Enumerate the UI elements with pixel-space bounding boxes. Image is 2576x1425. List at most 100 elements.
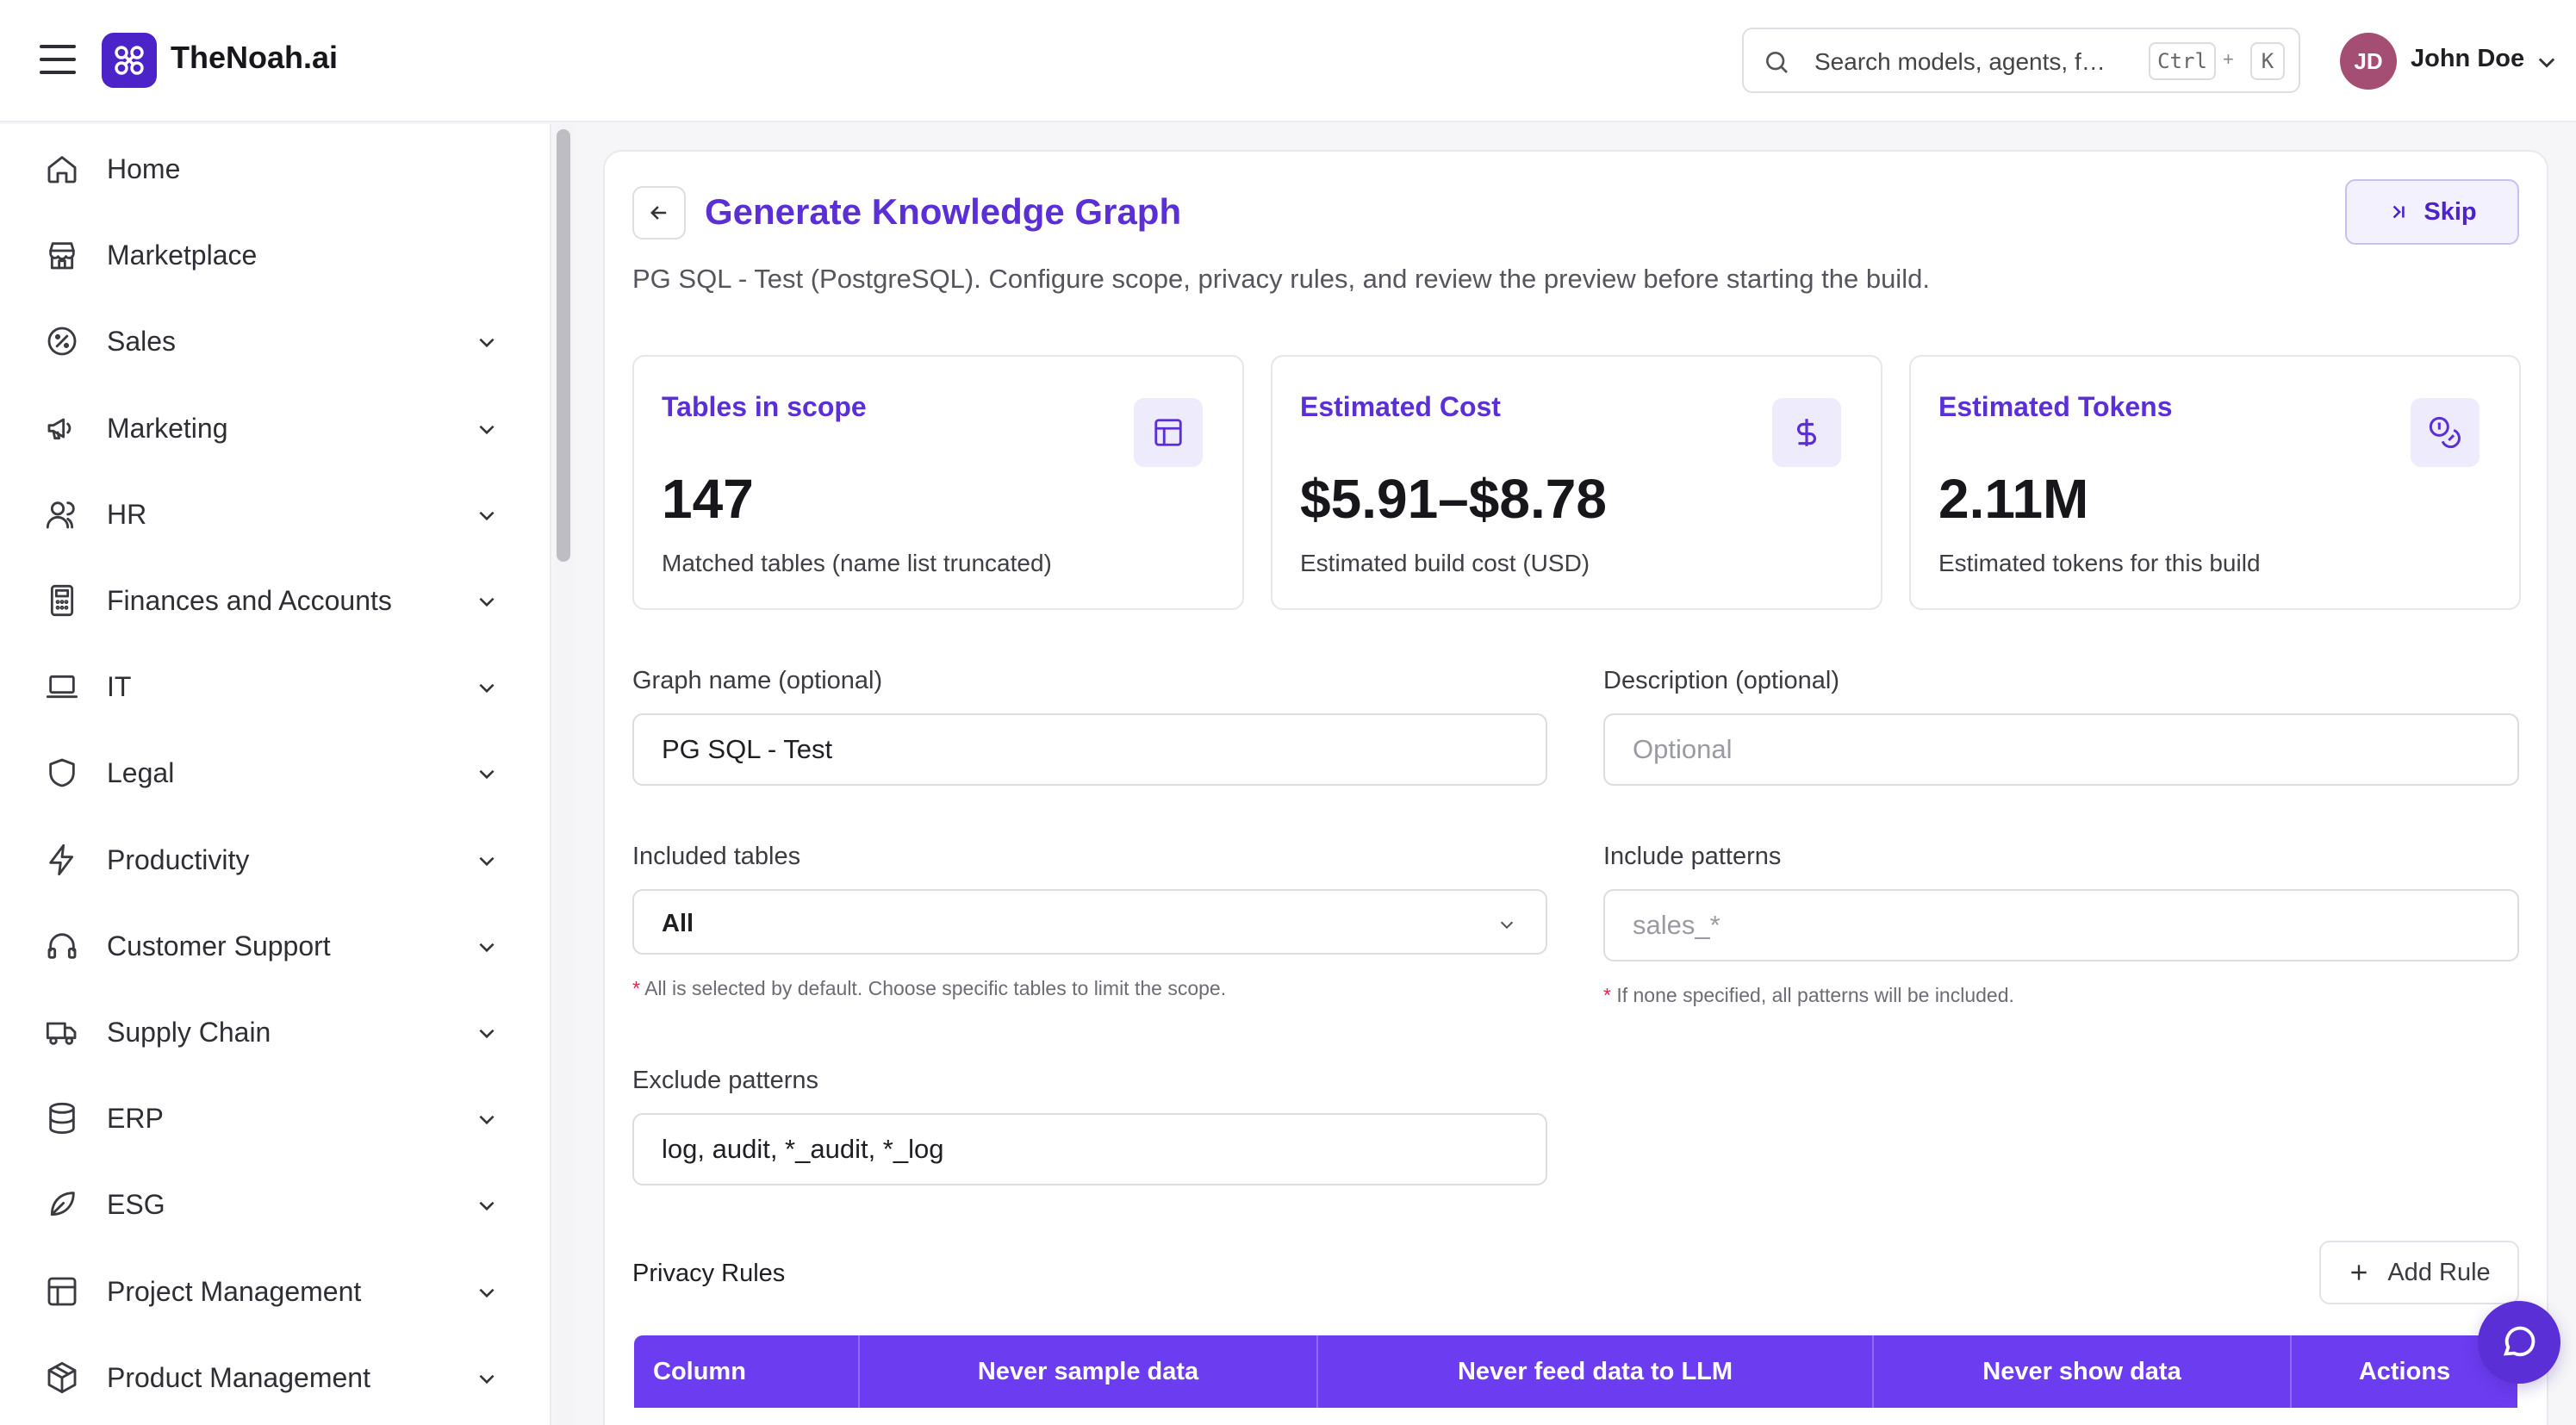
sidebar-item-label: Project Management bbox=[107, 1275, 362, 1307]
stat-card-cost: Estimated Cost $5.91–$8.78 Estimated bui… bbox=[1271, 355, 1882, 610]
chevron-down-icon[interactable] bbox=[476, 936, 498, 958]
sidebar-item-label: HR bbox=[107, 498, 147, 530]
users-icon bbox=[43, 497, 81, 532]
sidebar-scroll-thumb[interactable] bbox=[557, 129, 570, 562]
chevron-down-icon[interactable] bbox=[476, 762, 498, 785]
stat-value: 147 bbox=[662, 468, 754, 530]
calculator-icon bbox=[43, 583, 81, 618]
chevron-down-icon bbox=[1500, 921, 1514, 930]
shortcut-plus: + bbox=[2223, 48, 2234, 70]
include-patterns-field[interactable] bbox=[1603, 889, 2519, 961]
stat-title: Estimated Tokens bbox=[1938, 391, 2173, 422]
chat-button[interactable] bbox=[2478, 1301, 2560, 1384]
avatar[interactable]: JD bbox=[2340, 33, 2397, 90]
headset-icon bbox=[43, 929, 81, 963]
column-header-never-sample[interactable]: Never sample data bbox=[860, 1335, 1318, 1408]
megaphone-icon bbox=[43, 411, 81, 445]
graph-name-label: Graph name (optional) bbox=[632, 667, 883, 694]
sidebar-item-label: Supply Chain bbox=[107, 1017, 271, 1048]
stat-value: $5.91–$8.78 bbox=[1300, 468, 1607, 530]
graph-name-field[interactable] bbox=[632, 713, 1547, 786]
sidebar-item-productivity[interactable]: Productivity bbox=[0, 825, 526, 894]
search-box[interactable]: Search models, agents, f… Ctrl + K bbox=[1742, 28, 2300, 93]
chevron-down-icon[interactable] bbox=[476, 676, 498, 699]
arrow-left-icon bbox=[650, 206, 667, 220]
sidebar-item-product-management[interactable]: Product Management bbox=[0, 1343, 526, 1412]
home-icon bbox=[43, 152, 81, 186]
user-name[interactable]: John Doe bbox=[2411, 45, 2524, 73]
sidebar-item-label: Productivity bbox=[107, 843, 250, 875]
table-icon bbox=[1134, 398, 1203, 467]
layout-icon bbox=[43, 1274, 81, 1309]
search-icon bbox=[1766, 52, 1788, 73]
chevron-down-icon[interactable] bbox=[476, 1194, 498, 1217]
exclude-patterns-field[interactable] bbox=[632, 1113, 1547, 1185]
back-button[interactable] bbox=[632, 186, 686, 240]
sidebar-item-label: ESG bbox=[107, 1189, 165, 1221]
sidebar-item-hr[interactable]: HR bbox=[0, 480, 526, 549]
sidebar-item-home[interactable]: Home bbox=[0, 134, 526, 203]
sidebar-item-supply-chain[interactable]: Supply Chain bbox=[0, 998, 526, 1067]
sidebar-item-label: Marketplace bbox=[107, 240, 258, 271]
sidebar: Home Marketplace Sales Marketing HR Finances … bbox=[0, 124, 551, 1425]
stat-desc: Estimated tokens for this build bbox=[1938, 550, 2261, 576]
coins-icon bbox=[2411, 398, 2480, 467]
column-header-never-show[interactable]: Never show data bbox=[1874, 1335, 2292, 1408]
chevron-down-icon[interactable] bbox=[2535, 50, 2559, 74]
chevron-down-icon[interactable] bbox=[476, 1108, 498, 1130]
chevron-down-icon[interactable] bbox=[476, 331, 498, 353]
chevron-down-icon[interactable] bbox=[476, 418, 498, 440]
skip-button[interactable]: Skip bbox=[2345, 179, 2519, 245]
chat-bubble-icon bbox=[2503, 1326, 2536, 1357]
database-icon bbox=[43, 1101, 81, 1136]
sidebar-item-it[interactable]: IT bbox=[0, 652, 526, 721]
menu-icon[interactable] bbox=[40, 45, 76, 74]
package-icon bbox=[43, 1360, 81, 1395]
dollar-icon bbox=[1772, 398, 1841, 467]
skip-forward-icon bbox=[2393, 205, 2405, 219]
app-name[interactable]: TheNoah.ai bbox=[171, 40, 338, 76]
logo-icon bbox=[102, 33, 157, 88]
sidebar-item-customer-support[interactable]: Customer Support bbox=[0, 912, 526, 980]
stat-card-tables: Tables in scope 147 Matched tables (name… bbox=[632, 355, 1244, 610]
sidebar-item-label: IT bbox=[107, 671, 132, 703]
stat-desc: Matched tables (name list truncated) bbox=[662, 550, 1052, 576]
sidebar-item-marketing[interactable]: Marketing bbox=[0, 394, 526, 463]
sidebar-item-finances-and-accounts[interactable]: Finances and Accounts bbox=[0, 566, 526, 635]
stat-desc: Estimated build cost (USD) bbox=[1300, 550, 1590, 576]
sidebar-item-erp[interactable]: ERP bbox=[0, 1084, 526, 1153]
add-rule-button[interactable]: Add Rule bbox=[2319, 1241, 2519, 1304]
sidebar-item-label: Marketing bbox=[107, 412, 228, 444]
description-label: Description (optional) bbox=[1603, 667, 1840, 694]
chevron-down-icon[interactable] bbox=[476, 1022, 498, 1044]
sidebar-item-marketplace[interactable]: Marketplace bbox=[0, 221, 526, 289]
shield-icon bbox=[43, 756, 81, 790]
chevron-down-icon[interactable] bbox=[476, 590, 498, 613]
included-tables-hint: * All is selected by default. Choose spe… bbox=[632, 977, 1227, 999]
chevron-down-icon[interactable] bbox=[476, 1281, 498, 1304]
skip-label: Skip bbox=[2424, 197, 2477, 226]
sidebar-item-label: Product Management bbox=[107, 1361, 370, 1393]
included-tables-select[interactable]: All bbox=[632, 889, 1547, 955]
store-icon bbox=[43, 238, 81, 272]
sidebar-item-label: Home bbox=[107, 153, 181, 184]
lightning-icon bbox=[43, 843, 81, 877]
plus-icon bbox=[2351, 1265, 2368, 1280]
column-header-column[interactable]: Column bbox=[634, 1335, 860, 1408]
shortcut-ctrl: Ctrl bbox=[2149, 42, 2216, 80]
sidebar-item-esg[interactable]: ESG bbox=[0, 1170, 526, 1239]
include-patterns-hint: * If none specified, all patterns will b… bbox=[1603, 984, 2014, 1006]
privacy-rules-title: Privacy Rules bbox=[632, 1260, 786, 1287]
sidebar-item-legal[interactable]: Legal bbox=[0, 738, 526, 807]
stat-title: Estimated Cost bbox=[1300, 391, 1501, 422]
chevron-down-icon[interactable] bbox=[476, 849, 498, 872]
description-field[interactable] bbox=[1603, 713, 2519, 786]
main-card bbox=[603, 150, 2548, 1425]
chevron-down-icon[interactable] bbox=[476, 504, 498, 526]
chevron-down-icon[interactable] bbox=[476, 1367, 498, 1390]
sidebar-item-sales[interactable]: Sales bbox=[0, 307, 526, 376]
search-input[interactable]: Search models, agents, f… bbox=[1814, 48, 2106, 76]
sidebar-item-project-management[interactable]: Project Management bbox=[0, 1257, 526, 1326]
page-title: Generate Knowledge Graph bbox=[705, 191, 1182, 232]
column-header-never-feed-llm[interactable]: Never feed data to LLM bbox=[1318, 1335, 1874, 1408]
